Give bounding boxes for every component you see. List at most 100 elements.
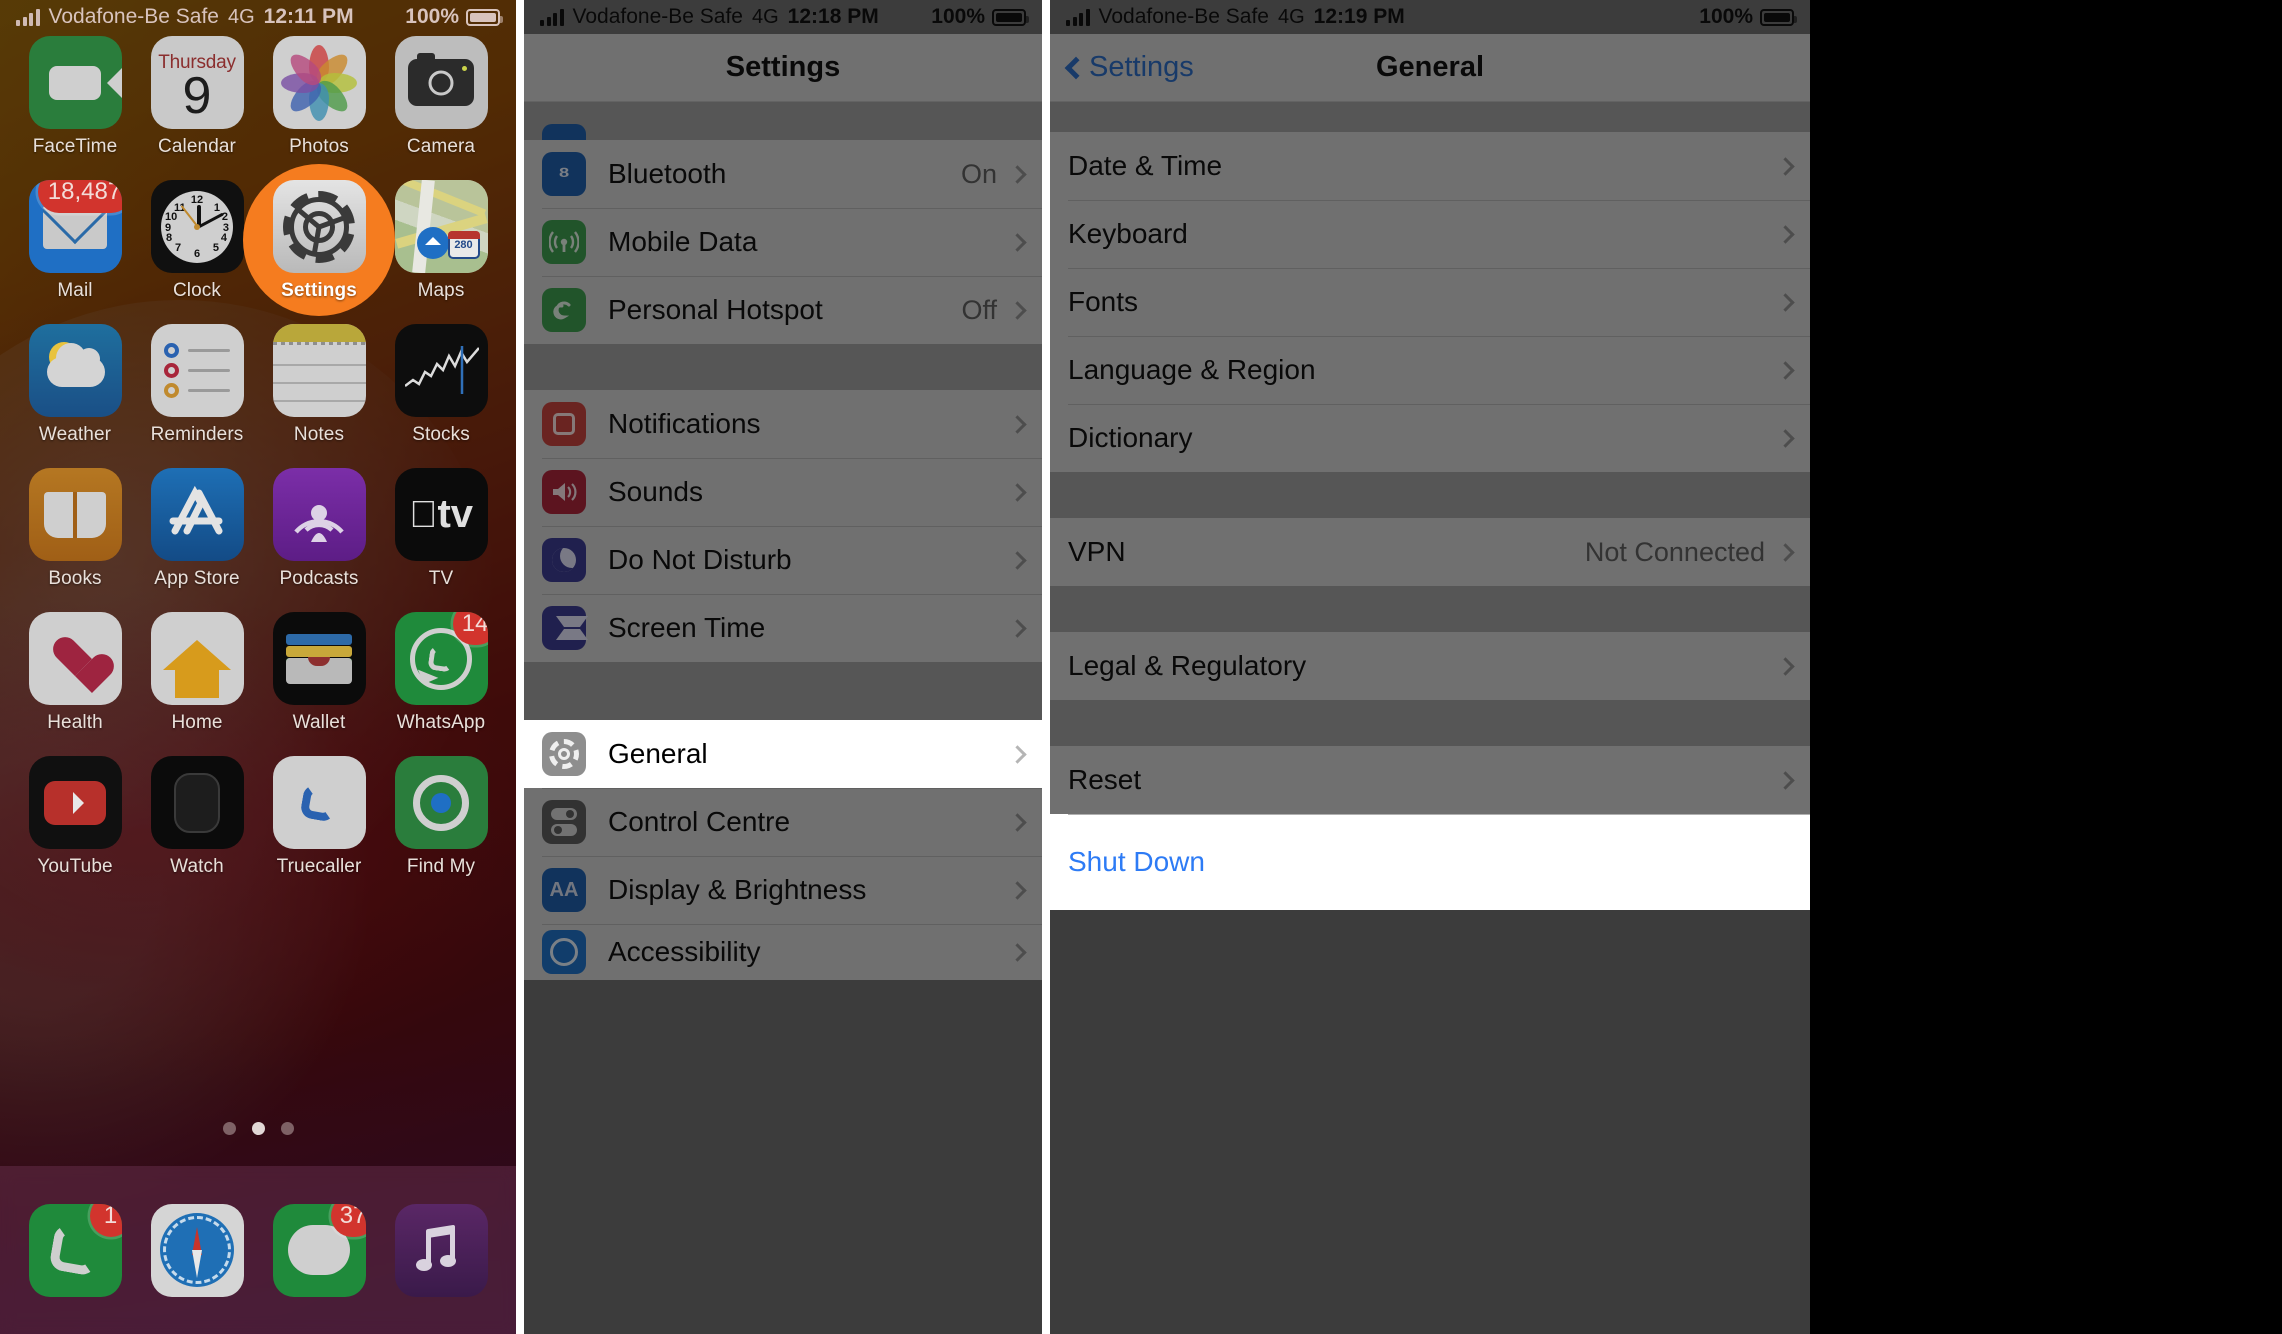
group-separator	[524, 662, 1042, 720]
app-find-my[interactable]: Find My	[380, 756, 502, 878]
app-books[interactable]: Books	[14, 468, 136, 590]
app-mail[interactable]: 18,487 Mail	[14, 180, 136, 302]
general-row-vpn[interactable]: VPN Not Connected	[1050, 518, 1810, 586]
app-reminders[interactable]: Reminders	[136, 324, 258, 446]
back-button[interactable]: Settings	[1064, 51, 1194, 84]
carrier-name: Vodafone-Be Safe	[572, 5, 743, 28]
group-separator	[1050, 472, 1810, 518]
settings-row-display-brightness[interactable]: AA Display & Brightness	[524, 856, 1042, 924]
app-stocks[interactable]: Stocks	[380, 324, 502, 446]
home-status-bar: Vodafone-Be Safe 4G 12:11 PM 100%	[0, 0, 516, 34]
settings-row-mobile-data[interactable]: Mobile Data	[524, 208, 1042, 276]
app-notes[interactable]: Notes	[258, 324, 380, 446]
app-home[interactable]: Home	[136, 612, 258, 734]
three-panel-screenshot: Vodafone-Be Safe 4G 12:11 PM 100% FaceTi…	[0, 0, 2282, 1334]
general-row-fonts[interactable]: Fonts	[1050, 268, 1810, 336]
chevron-left-icon	[1064, 56, 1088, 79]
settings-row-do-not-disturb[interactable]: Do Not Disturb	[524, 526, 1042, 594]
maps-icon: 280	[394, 180, 488, 273]
settings-row-bluetooth[interactable]: ⁸ Bluetooth On	[524, 140, 1042, 208]
general-row-shut-down[interactable]: Shut Down	[1050, 814, 1810, 910]
app-watch[interactable]: Watch	[136, 756, 258, 878]
chevron-right-icon	[1776, 428, 1795, 448]
app-health[interactable]: Health	[14, 612, 136, 734]
row-label: Legal & Regulatory	[1068, 650, 1307, 681]
dock-app-phone[interactable]: 1	[14, 1203, 136, 1297]
chevron-right-icon	[1008, 300, 1027, 320]
settings-row-notifications[interactable]: Notifications	[524, 390, 1042, 458]
row-label: Display & Brightness	[608, 874, 867, 905]
weather-icon	[28, 324, 122, 417]
carrier-name: Vodafone-Be Safe	[48, 5, 219, 28]
app-weather[interactable]: Weather	[14, 324, 136, 446]
app-whatsapp[interactable]: 14 WhatsApp	[380, 612, 502, 734]
app-label: Camera	[406, 136, 476, 157]
network-type: 4G	[751, 5, 779, 28]
reminders-icon	[150, 324, 244, 417]
camera-icon	[394, 36, 488, 129]
app-wallet[interactable]: Wallet	[258, 612, 380, 734]
do-not-disturb-icon	[542, 538, 586, 582]
app-label: Wallet	[292, 712, 346, 733]
chevron-right-icon	[1008, 482, 1027, 502]
row-label: Dictionary	[1068, 422, 1193, 453]
row-label: Reset	[1068, 764, 1142, 795]
app-facetime[interactable]: FaceTime	[14, 36, 136, 158]
network-type: 4G	[1277, 5, 1305, 28]
row-value: Not Connected	[1584, 536, 1765, 567]
battery-icon	[466, 8, 503, 26]
podcasts-icon	[272, 468, 366, 561]
general-row-dictionary[interactable]: Dictionary	[1050, 404, 1810, 472]
app-truecaller[interactable]: Truecaller	[258, 756, 380, 878]
settings-row-screen-time[interactable]: Screen Time	[524, 594, 1042, 662]
app-maps[interactable]: 280 Maps	[380, 180, 502, 302]
app-photos[interactable]: Photos	[258, 36, 380, 158]
settings-status-bar: Vodafone-Be Safe 4G 12:18 PM 100%	[524, 0, 1042, 34]
bluetooth-icon: ⁸	[542, 152, 586, 196]
row-label: Screen Time	[608, 612, 766, 643]
calendar-icon: Thursday 9	[150, 36, 244, 129]
settings-row-sounds[interactable]: Sounds	[524, 458, 1042, 526]
app-camera[interactable]: Camera	[380, 36, 502, 158]
dock-app-music[interactable]	[380, 1203, 502, 1297]
settings-row-personal-hotspot[interactable]: Personal Hotspot Off	[524, 276, 1042, 344]
app-label: Health	[47, 712, 103, 733]
general-row-reset[interactable]: Reset	[1050, 746, 1810, 814]
chevron-right-icon	[1008, 942, 1027, 962]
general-row-language-region[interactable]: Language & Region	[1050, 336, 1810, 404]
row-value: Off	[961, 294, 997, 325]
row-value: On	[960, 158, 997, 189]
chevron-right-icon	[1008, 232, 1027, 252]
calendar-date: 9	[182, 66, 212, 125]
youtube-icon	[28, 756, 122, 849]
app-calendar[interactable]: Thursday 9 Calendar	[136, 36, 258, 158]
dock-app-safari[interactable]	[136, 1203, 258, 1297]
status-time: 12:18 PM	[787, 5, 879, 28]
app-store-icon	[150, 468, 244, 561]
general-row-legal-regulatory[interactable]: Legal & Regulatory	[1050, 632, 1810, 700]
app-settings[interactable]: Settings	[243, 164, 395, 316]
facetime-icon	[28, 36, 122, 129]
group-separator	[524, 344, 1042, 390]
app-podcasts[interactable]: Podcasts	[258, 468, 380, 590]
screen-time-icon	[542, 606, 588, 650]
dock-app-messages[interactable]: 37	[258, 1203, 380, 1297]
settings-row-control-centre[interactable]: Control Centre	[524, 788, 1042, 856]
chevron-right-icon	[1008, 744, 1027, 764]
battery-percent: 100%	[1699, 5, 1753, 28]
app-tv[interactable]: tv TV	[380, 468, 502, 590]
app-app-store[interactable]: App Store	[136, 468, 258, 590]
app-clock[interactable]: 12 3 6 9 1 2 4 5 7 8 10 11 Clock	[136, 180, 258, 302]
app-label: Podcasts	[279, 568, 359, 589]
app-label: Clock	[172, 280, 221, 301]
settings-row-accessibility[interactable]: Accessibility	[524, 924, 1042, 980]
app-youtube[interactable]: YouTube	[14, 756, 136, 878]
panel-divider	[516, 0, 524, 1334]
app-grid: FaceTime Thursday 9 Calendar Photos Came…	[0, 36, 516, 878]
notes-icon	[272, 324, 366, 417]
sounds-icon	[542, 470, 586, 514]
general-row-date-time[interactable]: Date & Time	[1050, 132, 1810, 200]
settings-nav-bar: Settings	[524, 34, 1042, 102]
general-row-keyboard[interactable]: Keyboard	[1050, 200, 1810, 268]
settings-row-general[interactable]: General	[524, 720, 1042, 788]
